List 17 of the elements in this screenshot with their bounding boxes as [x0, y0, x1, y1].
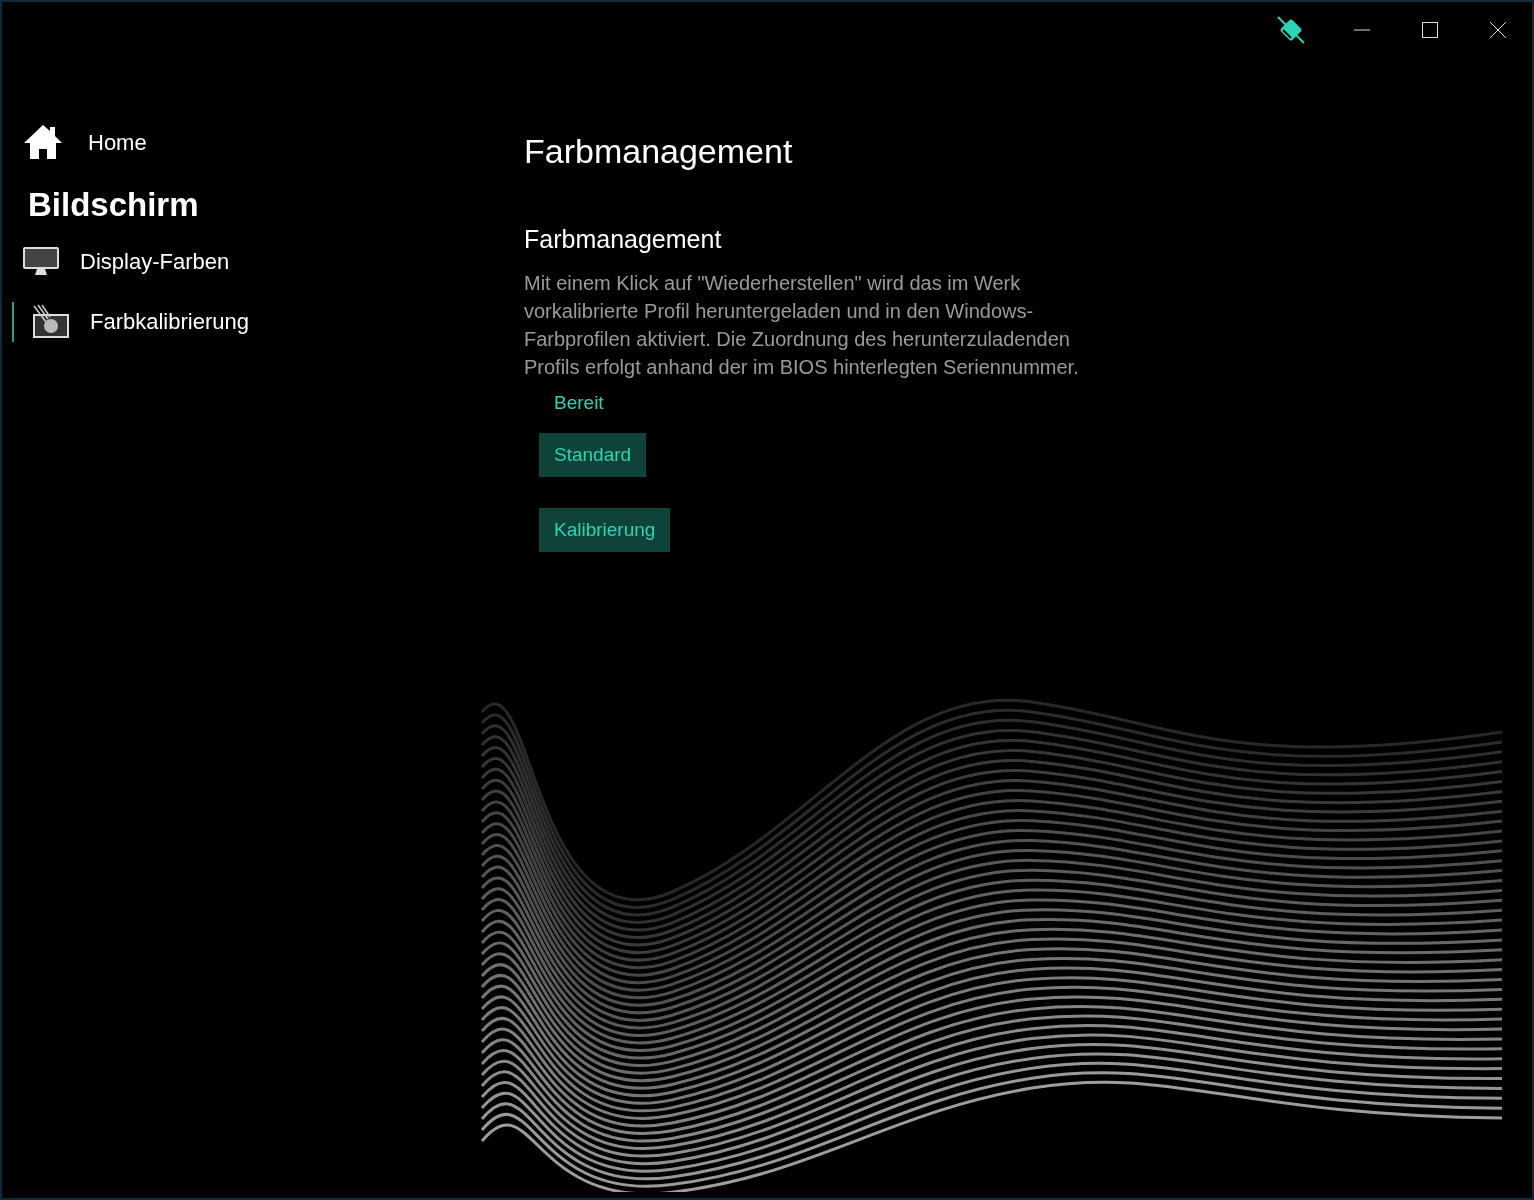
- close-icon: [1490, 22, 1506, 38]
- sidebar-item[interactable]: Display-Farben: [2, 241, 502, 282]
- description-text: Mit einem Klick auf "Wiederherstellen" wird das im Werk vorkalibrierte Profil heruntergeladen und in den Windows-Farbprofilen aktiviert. Die Zuordnung des herunterzuladenden Profils erfolgt anhand der im BIOS hinterlegten Seriennummer.: [524, 270, 1080, 380]
- status-text: Bereit: [554, 390, 604, 415]
- minimize-icon: [1354, 29, 1370, 31]
- calibration-icon: [32, 303, 70, 340]
- page-title: Farbmanagement: [524, 131, 794, 172]
- sidebar-item[interactable]: Farbkalibrierung: [12, 301, 502, 342]
- section-title: Bildschirm: [27, 185, 200, 225]
- action-button[interactable]: Kalibrierung: [539, 508, 671, 552]
- plug-icon[interactable]: [1276, 15, 1306, 45]
- home-icon[interactable]: [22, 123, 64, 161]
- section-heading: Farbmanagement: [524, 224, 723, 255]
- action-button[interactable]: Standard: [539, 433, 647, 477]
- maximize-icon: [1422, 22, 1438, 38]
- monitor-icon: [22, 245, 60, 278]
- home-link[interactable]: Home: [88, 125, 147, 159]
